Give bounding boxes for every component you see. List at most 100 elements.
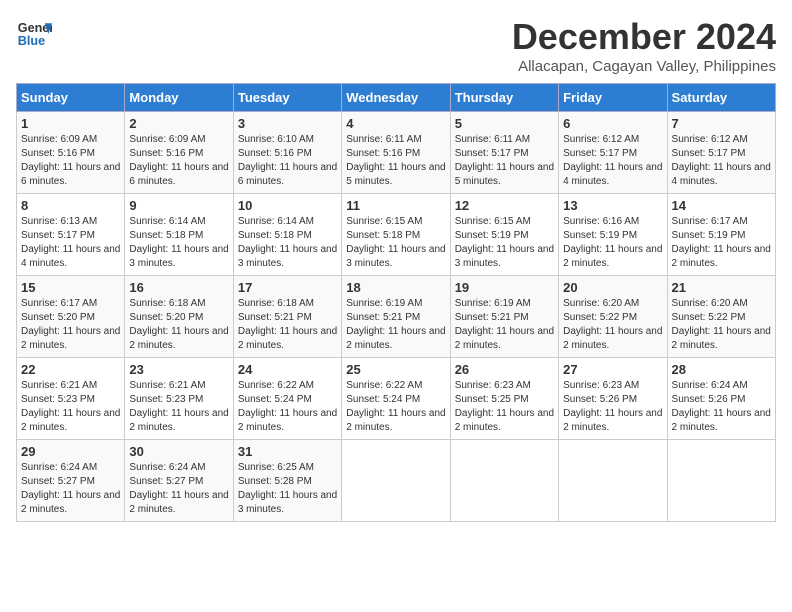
calendar-cell: 19 Sunrise: 6:19 AMSunset: 5:21 PMDayligh… [450,276,558,358]
calendar-cell: 15 Sunrise: 6:17 AMSunset: 5:20 PMDayligh… [17,276,125,358]
calendar-cell: 6Sunrise: 6:12 AMSunset: 5:17 PMDaylight… [559,112,667,194]
day-number: 13 [563,198,662,213]
logo-icon: General Blue [16,16,52,52]
calendar-week-row: 29Sunrise: 6:24 AMSunset: 5:27 PMDayligh… [17,440,776,522]
day-number: 26 [455,362,554,377]
day-info: Sunrise: 6:15 AMSunset: 5:19 PMDaylight:… [455,215,554,271]
calendar-cell: 1 Sunrise: 6:09 AMSunset: 5:16 PMDaylight… [17,112,125,194]
weekday-header-tuesday: Tuesday [233,84,341,112]
calendar-cell: 31Sunrise: 6:25 AMSunset: 5:28 PMDayligh… [233,440,341,522]
calendar-cell: 13 Sunrise: 6:16 AMSunset: 5:19 PMDayligh… [559,194,667,276]
day-number: 31 [238,444,337,459]
day-number: 10 [238,198,337,213]
calendar-cell: 24Sunrise: 6:22 AMSunset: 5:24 PMDayligh… [233,358,341,440]
weekday-header-row: SundayMondayTuesdayWednesdayThursdayFrid… [17,84,776,112]
day-number: 5 [455,116,554,131]
day-info: Sunrise: 6:21 AMSunset: 5:23 PMDaylight:… [129,379,228,435]
day-number: 28 [672,362,771,377]
logo: General Blue [16,16,52,52]
day-number: 25 [346,362,445,377]
day-number: 24 [238,362,337,377]
title-area: December 2024 Allacapan, Cagayan Valley,… [512,16,776,75]
day-info: Sunrise: 6:23 AMSunset: 5:25 PMDaylight:… [455,379,554,435]
day-info: Sunrise: 6:14 AMSunset: 5:18 PMDaylight:… [238,215,337,271]
calendar-cell: 28 Sunrise: 6:24 AMSunset: 5:26 PMDayligh… [667,358,775,440]
calendar-cell: 10 Sunrise: 6:14 AMSunset: 5:18 PMDayligh… [233,194,341,276]
weekday-header-wednesday: Wednesday [342,84,450,112]
calendar-cell: 30Sunrise: 6:24 AMSunset: 5:27 PMDayligh… [125,440,233,522]
calendar-cell: 26 Sunrise: 6:23 AMSunset: 5:25 PMDayligh… [450,358,558,440]
day-info: Sunrise: 6:21 AMSunset: 5:23 PMDaylight:… [21,379,120,435]
calendar-cell: 8Sunrise: 6:13 AMSunset: 5:17 PMDaylight… [17,194,125,276]
day-info: Sunrise: 6:10 AMSunset: 5:16 PMDaylight:… [238,133,337,189]
weekday-header-sunday: Sunday [17,84,125,112]
day-info: Sunrise: 6:11 AMSunset: 5:17 PMDaylight:… [455,133,554,189]
day-info: Sunrise: 6:17 AMSunset: 5:20 PMDaylight:… [21,297,120,353]
calendar-cell: 29Sunrise: 6:24 AMSunset: 5:27 PMDayligh… [17,440,125,522]
day-info: Sunrise: 6:15 AMSunset: 5:18 PMDaylight:… [346,215,445,271]
location-title: Allacapan, Cagayan Valley, Philippines [512,58,776,75]
day-number: 6 [563,116,662,131]
day-number: 12 [455,198,554,213]
calendar-cell: 27Sunrise: 6:23 AMSunset: 5:26 PMDayligh… [559,358,667,440]
day-info: Sunrise: 6:17 AMSunset: 5:19 PMDaylight:… [672,215,771,271]
day-number: 3 [238,116,337,131]
calendar-cell [559,440,667,522]
calendar-cell: 4 Sunrise: 6:11 AMSunset: 5:16 PMDaylight… [342,112,450,194]
calendar-cell [342,440,450,522]
day-number: 1 [21,116,120,131]
month-title: December 2024 [512,16,776,58]
day-info: Sunrise: 6:20 AMSunset: 5:22 PMDaylight:… [563,297,662,353]
day-info: Sunrise: 6:22 AMSunset: 5:24 PMDaylight:… [346,379,445,435]
calendar-cell: 16Sunrise: 6:18 AMSunset: 5:20 PMDayligh… [125,276,233,358]
day-number: 19 [455,280,554,295]
calendar-week-row: 8Sunrise: 6:13 AMSunset: 5:17 PMDaylight… [17,194,776,276]
calendar-cell: 21Sunrise: 6:20 AMSunset: 5:22 PMDayligh… [667,276,775,358]
day-number: 22 [21,362,120,377]
day-info: Sunrise: 6:16 AMSunset: 5:19 PMDaylight:… [563,215,662,271]
calendar-cell [450,440,558,522]
day-number: 14 [672,198,771,213]
day-number: 2 [129,116,228,131]
calendar-cell: 12 Sunrise: 6:15 AMSunset: 5:19 PMDayligh… [450,194,558,276]
day-info: Sunrise: 6:11 AMSunset: 5:16 PMDaylight:… [346,133,445,189]
day-number: 17 [238,280,337,295]
day-info: Sunrise: 6:18 AMSunset: 5:20 PMDaylight:… [129,297,228,353]
calendar-cell: 25 Sunrise: 6:22 AMSunset: 5:24 PMDayligh… [342,358,450,440]
calendar-cell: 17 Sunrise: 6:18 AMSunset: 5:21 PMDayligh… [233,276,341,358]
day-info: Sunrise: 6:12 AMSunset: 5:17 PMDaylight:… [672,133,771,189]
calendar-cell: 11Sunrise: 6:15 AMSunset: 5:18 PMDayligh… [342,194,450,276]
day-number: 8 [21,198,120,213]
calendar-cell: 7 Sunrise: 6:12 AMSunset: 5:17 PMDaylight… [667,112,775,194]
day-info: Sunrise: 6:18 AMSunset: 5:21 PMDaylight:… [238,297,337,353]
calendar-cell: 14 Sunrise: 6:17 AMSunset: 5:19 PMDayligh… [667,194,775,276]
calendar-cell: 2 Sunrise: 6:09 AMSunset: 5:16 PMDaylight… [125,112,233,194]
day-info: Sunrise: 6:24 AMSunset: 5:26 PMDaylight:… [672,379,771,435]
day-number: 7 [672,116,771,131]
calendar-cell: 18 Sunrise: 6:19 AMSunset: 5:21 PMDayligh… [342,276,450,358]
day-info: Sunrise: 6:19 AMSunset: 5:21 PMDaylight:… [455,297,554,353]
day-number: 15 [21,280,120,295]
weekday-header-saturday: Saturday [667,84,775,112]
calendar-body: 1 Sunrise: 6:09 AMSunset: 5:16 PMDaylight… [17,112,776,522]
weekday-header-friday: Friday [559,84,667,112]
day-number: 9 [129,198,228,213]
calendar-cell: 3 Sunrise: 6:10 AMSunset: 5:16 PMDaylight… [233,112,341,194]
day-info: Sunrise: 6:23 AMSunset: 5:26 PMDaylight:… [563,379,662,435]
calendar-cell: 23 Sunrise: 6:21 AMSunset: 5:23 PMDayligh… [125,358,233,440]
day-number: 4 [346,116,445,131]
calendar-cell: 5 Sunrise: 6:11 AMSunset: 5:17 PMDaylight… [450,112,558,194]
day-info: Sunrise: 6:09 AMSunset: 5:16 PMDaylight:… [129,133,228,189]
day-info: Sunrise: 6:09 AMSunset: 5:16 PMDaylight:… [21,133,120,189]
day-info: Sunrise: 6:14 AMSunset: 5:18 PMDaylight:… [129,215,228,271]
calendar-table: SundayMondayTuesdayWednesdayThursdayFrid… [16,83,776,522]
day-number: 21 [672,280,771,295]
day-number: 23 [129,362,228,377]
calendar-cell: 20 Sunrise: 6:20 AMSunset: 5:22 PMDayligh… [559,276,667,358]
svg-text:Blue: Blue [18,34,45,48]
calendar-cell: 9 Sunrise: 6:14 AMSunset: 5:18 PMDaylight… [125,194,233,276]
day-number: 18 [346,280,445,295]
calendar-week-row: 15 Sunrise: 6:17 AMSunset: 5:20 PMDayligh… [17,276,776,358]
day-number: 20 [563,280,662,295]
day-info: Sunrise: 6:19 AMSunset: 5:21 PMDaylight:… [346,297,445,353]
